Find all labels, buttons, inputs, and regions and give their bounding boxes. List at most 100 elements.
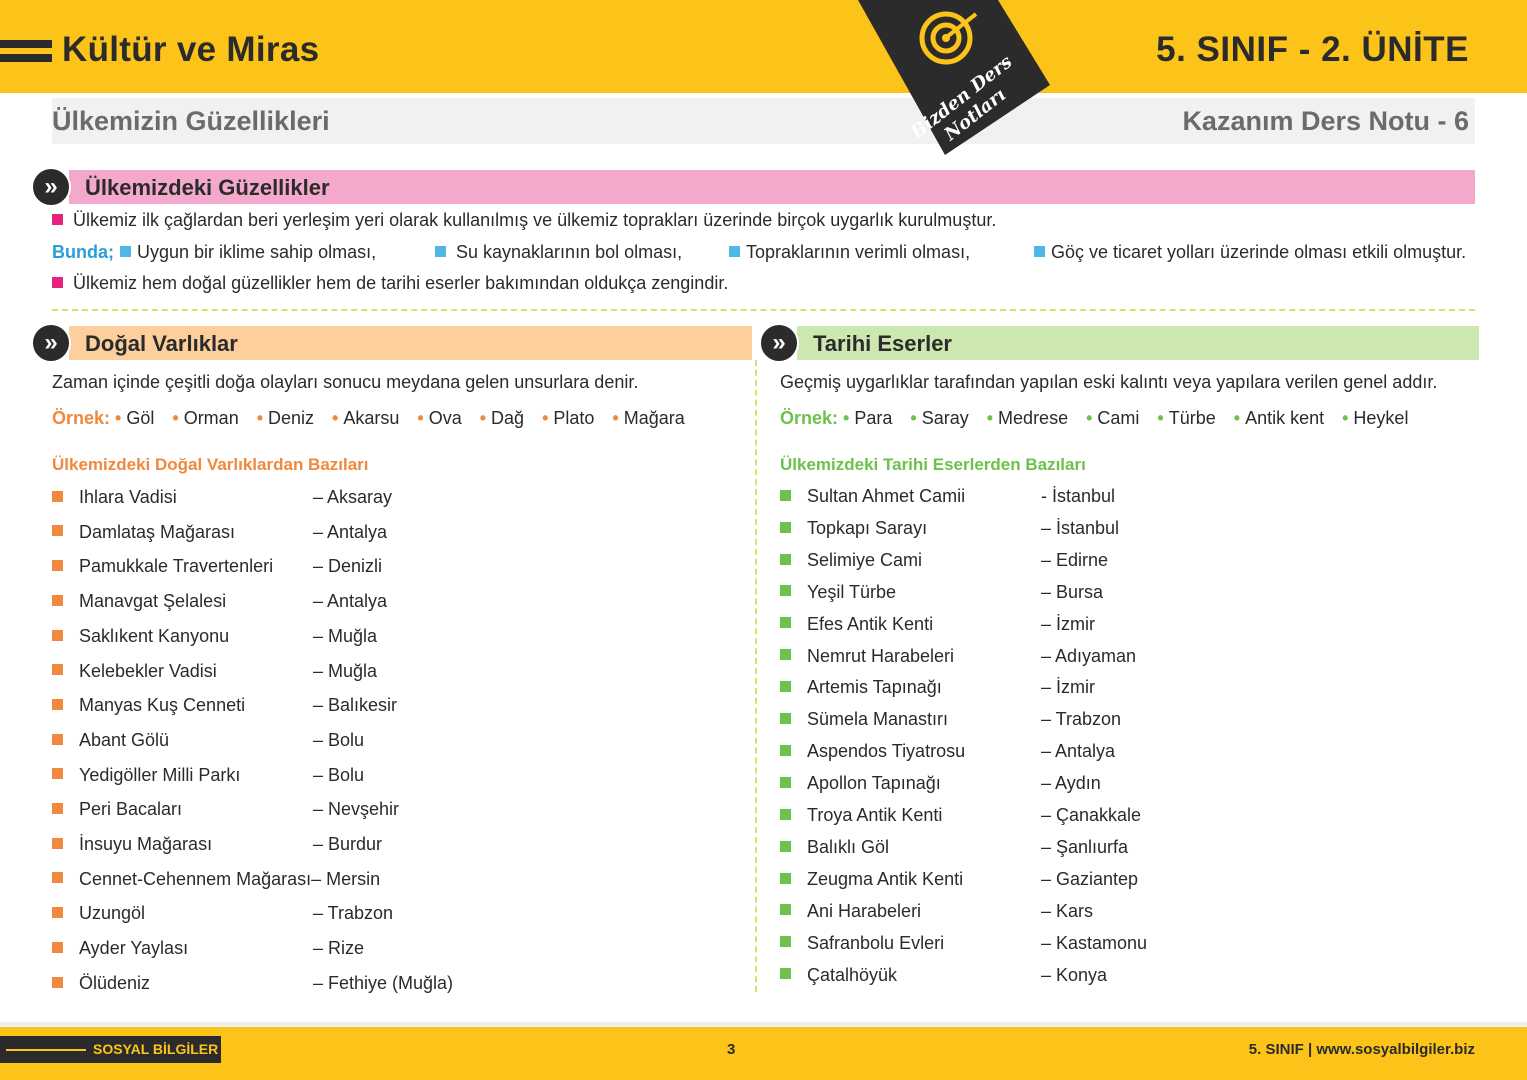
footer-subject: SOSYAL BİLGİLER [93, 1041, 219, 1057]
bullet-icon [52, 525, 63, 537]
place-city: – Konya [1041, 964, 1108, 985]
place-name: Artemis Tapınağı [807, 677, 942, 698]
list-item: Balıklı Göl – Şanlıurfa [780, 836, 1128, 858]
historic-definition: Geçmiş uygarlıklar tarafından yapılan es… [780, 372, 1438, 392]
example-item: • Heykel [1342, 408, 1409, 428]
bullet-icon [780, 872, 791, 884]
bullet-icon [780, 617, 791, 629]
place-city: – Burdur [313, 834, 383, 854]
place-city: – Adıyaman [1041, 645, 1137, 666]
list-item: Selimiye Cami – Edirne [780, 549, 1108, 571]
list-item: Manavgat Şelalesi – Antalya [52, 591, 387, 612]
bullet-icon [52, 837, 63, 849]
list-item: Efes Antik Kenti – İzmir [780, 614, 1095, 635]
list-item: Safranbolu Evleri – Kastamonu [780, 933, 1147, 954]
list-item: Ihlara Vadisi – Aksaray [52, 487, 392, 508]
place-name: Pamukkale Travertenleri [79, 556, 274, 577]
bullet-icon [780, 553, 791, 565]
place-name: Sümela Manastırı [807, 709, 949, 730]
example-item: • Saray [910, 408, 969, 428]
place-city: - İstanbul [1041, 486, 1116, 506]
place-name: Uzungöl [79, 903, 146, 924]
place-name: Kelebekler Vadisi [79, 660, 217, 681]
place-city: – Fethiye (Muğla) [313, 972, 454, 993]
bullet-icon [780, 840, 791, 852]
place-city: – Antalya [1041, 741, 1116, 762]
list-item: Sultan Ahmet Camii - İstanbul [780, 486, 1115, 507]
place-name: Apollon Tapınağı [807, 773, 941, 794]
example-item: • Mağara [612, 408, 685, 428]
list-item: Cennet-Cehennem Mağarası– Mersin [52, 869, 380, 890]
place-name: Cennet-Cehennem Mağarası [79, 868, 312, 889]
historic-examples: Örnek: • Para • Saray • Medrese • Cami • Türbe • An… [780, 408, 1426, 429]
place-name: Zeugma Antik Kenti [807, 868, 964, 889]
place-city: – Muğla [313, 625, 378, 646]
bullet-icon [52, 664, 63, 676]
place-city: – Çanakkale [1041, 805, 1142, 825]
place-name: Ani Harabeleri [807, 900, 922, 921]
bullet-icon [780, 968, 791, 980]
list-item: Uzungöl – Trabzon [52, 903, 393, 924]
list-item: Topkapı Sarayı – İstanbul [780, 517, 1119, 539]
place-name: Topkapı Sarayı [807, 517, 928, 538]
place-name: Peri Bacaları [79, 799, 183, 820]
place-city: – Bolu [313, 729, 365, 750]
bullet-icon [1034, 245, 1045, 257]
bullet-icon [52, 872, 63, 884]
list-item: Ayder Yaylası – Rize [52, 938, 364, 959]
note-label: Kazanım Ders Notu - 6 [1182, 106, 1469, 136]
place-name: İnsuyu Mağarası [79, 834, 213, 854]
bullet-icon [52, 276, 63, 288]
grade-unit: 5. SINIF - 2. ÜNİTE [1156, 30, 1469, 69]
place-name: Manavgat Şelalesi [79, 591, 227, 612]
place-city: – Şanlıurfa [1041, 836, 1129, 857]
bullet-icon [52, 976, 63, 988]
example-item: • Antik kent [1233, 408, 1325, 428]
place-name: Ölüdeniz [79, 972, 151, 993]
place-city: – Denizli [313, 556, 383, 577]
intro-line-1: Ülkemiz ilk çağlardan beri yerleşim yeri… [52, 210, 996, 231]
place-city: – Gaziantep [1041, 868, 1139, 889]
list-item: Yedigöller Milli Parkı – Bolu [52, 764, 364, 786]
example-item: • Ova [417, 408, 462, 428]
place-city: – Antalya [313, 591, 388, 612]
bullet-icon [729, 245, 740, 257]
list-item: Çatalhöyük – Konya [780, 964, 1107, 986]
section-natural-header: » Doğal Varlıklar [31, 323, 752, 363]
bullet-icon [52, 941, 63, 953]
place-name: Yedigöller Milli Parkı [79, 764, 241, 785]
double-chevron-icon: » [759, 323, 799, 363]
reason-4: Göç ve ticaret yolları üzerinde olması e… [1034, 242, 1466, 263]
place-city: – Balıkesir [313, 695, 398, 716]
example-label: Örnek: [52, 408, 111, 428]
place-city: – Trabzon [1041, 709, 1122, 730]
badge-logo: Bizden Ders Notları [858, 0, 1050, 155]
bullet-icon [52, 594, 63, 606]
bullet-icon [120, 245, 131, 257]
bullet-icon [52, 629, 63, 641]
natural-heading: Doğal Varlıklar [85, 331, 238, 356]
reason-3: Topraklarının verimli olması, [729, 242, 970, 263]
reason-2: Su kaynaklarının bol olması, [435, 242, 682, 263]
list-item: Yeşil Türbe – Bursa [780, 581, 1103, 603]
footer-site: 5. SINIF | www.sosyalbilgiler.biz [1248, 1041, 1475, 1058]
list-item: Kelebekler Vadisi – Muğla [52, 660, 377, 682]
place-name: Selimiye Cami [807, 549, 923, 570]
divider-horizontal [52, 309, 1475, 311]
bullet-icon [52, 490, 63, 502]
place-name: Sultan Ahmet Camii [807, 486, 966, 506]
list-item: Nemrut Harabeleri – Adıyaman [780, 646, 1136, 667]
list-item: İnsuyu Mağarası – Burdur [52, 834, 382, 855]
example-item: • Türbe [1157, 408, 1216, 428]
place-name: Balıklı Göl [807, 836, 890, 857]
double-chevron-icon: » [31, 167, 71, 207]
list-item: Troya Antik Kenti – Çanakkale [780, 805, 1141, 826]
example-item: • Akarsu [332, 408, 400, 428]
historic-heading: Tarihi Eserler [813, 331, 952, 356]
place-name: Yeşil Türbe [807, 581, 897, 602]
place-city: – Trabzon [313, 903, 394, 924]
place-name: Çatalhöyük [807, 964, 898, 985]
example-item: • Deniz [256, 408, 315, 428]
example-item: • Dağ [479, 408, 525, 428]
bullet-icon [780, 521, 791, 533]
